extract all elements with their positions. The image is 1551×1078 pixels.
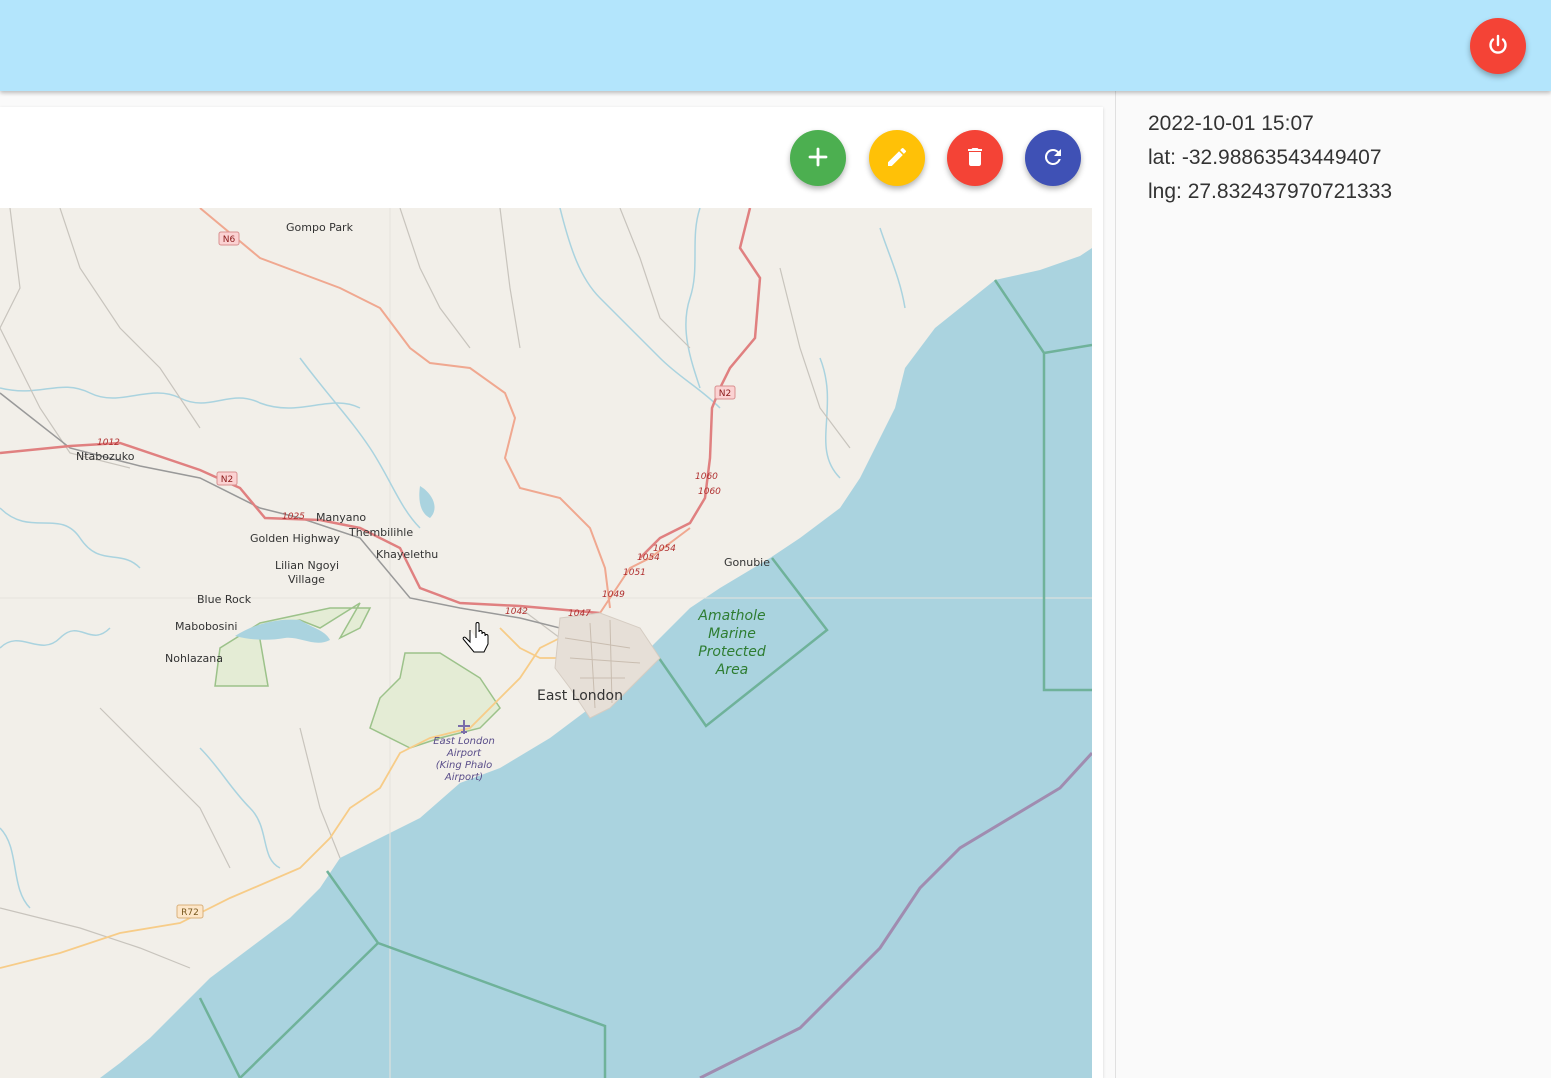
shield-n2-north: N2 xyxy=(714,385,736,400)
shield-r72: R72 xyxy=(176,904,204,919)
svg-text:R72: R72 xyxy=(181,908,199,918)
place-gonubie: Gonubie xyxy=(724,556,770,569)
pencil-icon xyxy=(885,145,909,172)
route-1060a: 1060 xyxy=(695,472,718,482)
protected-area-label-2: Marine xyxy=(708,626,756,642)
trash-icon xyxy=(963,145,987,172)
protected-area-label-4: Area xyxy=(715,662,749,678)
route-1060b: 1060 xyxy=(698,487,721,497)
place-gompo-park: Gompo Park xyxy=(286,221,354,234)
place-blue-rock: Blue Rock xyxy=(197,593,252,606)
shield-n6: N6 xyxy=(218,231,240,246)
route-1042: 1042 xyxy=(505,607,528,617)
power-button[interactable] xyxy=(1470,18,1526,74)
refresh-icon xyxy=(1041,145,1065,172)
place-east-london: East London xyxy=(537,688,623,704)
airport-label-4: Airport) xyxy=(444,772,483,783)
latitude-text: lat: -32.98863543449407 xyxy=(1148,146,1382,169)
svg-text:N2: N2 xyxy=(221,475,233,485)
delete-button[interactable] xyxy=(947,130,1003,186)
plus-icon xyxy=(806,145,830,172)
shield-n2-west: N2 xyxy=(216,471,238,486)
place-lilian-ngoyi: Lilian Ngoyi xyxy=(275,559,339,572)
route-1049: 1049 xyxy=(602,590,625,600)
edit-button[interactable] xyxy=(869,130,925,186)
side-panel-divider xyxy=(1115,91,1116,1078)
route-1054a: 1054 xyxy=(637,553,660,563)
place-nohlazana: Nohlazana xyxy=(165,652,223,665)
route-1047: 1047 xyxy=(568,609,591,619)
place-thembilihle: Thembilihle xyxy=(348,526,413,539)
airport-label-2: Airport xyxy=(446,748,482,759)
svg-text:N6: N6 xyxy=(223,235,236,245)
top-app-bar xyxy=(0,0,1551,91)
map-view[interactable]: Gompo Park Ntabozuko Manyano Thembilihle… xyxy=(0,208,1092,1078)
protected-area-label-1: Amathole xyxy=(697,608,765,624)
place-khayelethu: Khayelethu xyxy=(376,548,438,561)
place-golden-highway: Golden Highway xyxy=(250,532,341,545)
timestamp-text: 2022-10-01 15:07 xyxy=(1148,112,1314,135)
airport-label-3: (King Phalo xyxy=(436,760,493,771)
longitude-text: lng: 27.832437970721333 xyxy=(1148,180,1393,203)
svg-text:N2: N2 xyxy=(719,389,731,399)
place-ntabozuko: Ntabozuko xyxy=(76,450,135,463)
route-1051: 1051 xyxy=(623,568,646,578)
route-1054b: 1054 xyxy=(653,544,676,554)
route-1025: 1025 xyxy=(282,512,305,522)
map-canvas[interactable]: Gompo Park Ntabozuko Manyano Thembilihle… xyxy=(0,208,1092,1078)
place-village: Village xyxy=(288,573,325,586)
route-1012: 1012 xyxy=(97,438,120,448)
place-mabobosini: Mabobosini xyxy=(175,620,237,633)
place-manyano: Manyano xyxy=(316,511,366,524)
protected-area-label-3: Protected xyxy=(698,644,766,660)
power-icon xyxy=(1486,33,1510,60)
refresh-button[interactable] xyxy=(1025,130,1081,186)
add-button[interactable] xyxy=(790,130,846,186)
airport-label-1: East London xyxy=(433,736,495,747)
